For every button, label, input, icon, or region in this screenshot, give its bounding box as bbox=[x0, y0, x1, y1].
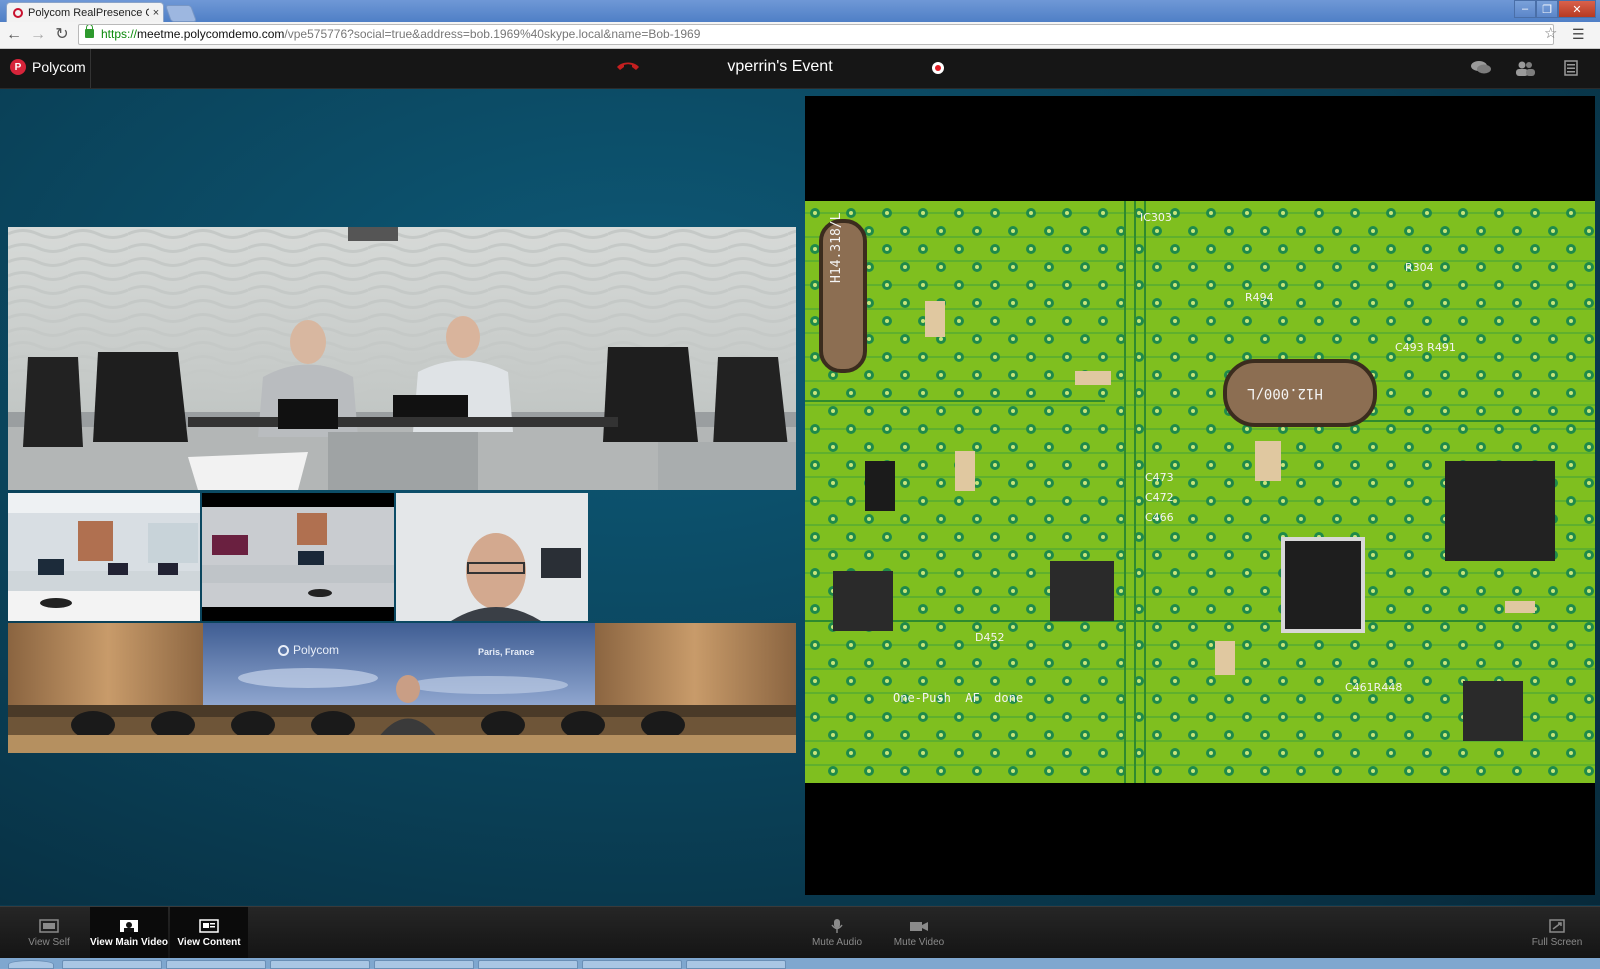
main-video-tile[interactable] bbox=[8, 227, 796, 490]
call-controls-bar: View Self View Main Video View Content M… bbox=[0, 906, 1600, 959]
view-content-icon bbox=[199, 919, 219, 933]
taskbar-item-5[interactable] bbox=[478, 960, 578, 969]
header-divider bbox=[90, 49, 91, 88]
lock-icon bbox=[85, 25, 94, 38]
view-main-video-icon bbox=[120, 920, 138, 932]
back-arrow-icon[interactable]: ← bbox=[4, 25, 24, 45]
full-screen-icon bbox=[1549, 919, 1565, 933]
taskbar-item-3[interactable] bbox=[270, 960, 370, 969]
polycom-logo: P Polycom bbox=[10, 59, 86, 75]
taskbar-item-2[interactable] bbox=[166, 960, 266, 969]
banner-logo: Polycom bbox=[278, 643, 339, 657]
content-share-panel[interactable]: IC303 R304 C493 R491 R494 C473 C472 C466 D452… bbox=[805, 96, 1595, 895]
taskbar-item-6[interactable] bbox=[582, 960, 682, 969]
video-tile-room-2[interactable] bbox=[202, 493, 394, 621]
minimize-window-button[interactable]: – bbox=[1514, 0, 1536, 18]
logo-text: Polycom bbox=[32, 59, 86, 75]
forward-arrow-icon[interactable]: → bbox=[28, 25, 48, 45]
view-main-video-label: View Main Video bbox=[90, 937, 168, 948]
mute-video-label: Mute Video bbox=[893, 937, 945, 948]
tab-close-icon[interactable]: × bbox=[149, 7, 163, 19]
app-header: P Polycom vperrin's Event bbox=[0, 49, 1600, 89]
video-tile-paris-room[interactable]: Polycom Paris, France bbox=[8, 623, 796, 753]
crystal-label-2: H12.000/L bbox=[1247, 385, 1323, 401]
video-camera-icon bbox=[910, 922, 928, 931]
svg-text:C461R448: C461R448 bbox=[1345, 681, 1402, 694]
svg-text:R304: R304 bbox=[1405, 261, 1434, 274]
view-content-label: View Content bbox=[177, 937, 241, 948]
full-screen-label: Full Screen bbox=[1531, 937, 1583, 948]
svg-text:C473: C473 bbox=[1145, 471, 1174, 484]
browser-tab-strip: Polycom RealPresence Cl × – ❐ ✕ bbox=[0, 0, 1600, 22]
camera-overlay-text: One-Push AF done bbox=[893, 691, 1024, 705]
content-share-image: IC303 R304 C493 R491 R494 C473 C472 C466 D452… bbox=[805, 201, 1595, 783]
view-self-icon bbox=[39, 919, 59, 933]
reload-icon[interactable]: ↻ bbox=[52, 25, 72, 45]
browser-menu-icon[interactable]: ☰ bbox=[1572, 26, 1585, 43]
full-screen-button[interactable]: Full Screen bbox=[1526, 907, 1588, 959]
video-tile-participant[interactable] bbox=[396, 493, 588, 621]
hang-up-icon[interactable] bbox=[616, 60, 640, 72]
restore-window-button[interactable]: ❐ bbox=[1536, 0, 1558, 18]
recording-indicator-icon bbox=[932, 62, 944, 74]
taskbar-item-4[interactable] bbox=[374, 960, 474, 969]
view-content-button[interactable]: View Content bbox=[170, 907, 248, 959]
banner-logo-text: Polycom bbox=[293, 643, 340, 657]
video-tile-room-1[interactable] bbox=[8, 493, 200, 621]
close-window-button[interactable]: ✕ bbox=[1558, 0, 1596, 18]
chat-icon[interactable] bbox=[1470, 60, 1492, 78]
crystal-label-1: H14.318/L bbox=[829, 212, 844, 283]
microphone-icon bbox=[831, 919, 843, 933]
video-stage: Polycom Paris, France IC303 R304 C493 R4… bbox=[0, 89, 1600, 905]
participants-icon[interactable] bbox=[1514, 60, 1536, 78]
url-path: /vpe575776?social=true&address=bob.1969%… bbox=[284, 27, 701, 41]
mute-audio-label: Mute Audio bbox=[811, 937, 863, 948]
svg-text:C493 R491: C493 R491 bbox=[1395, 341, 1456, 354]
mute-audio-button[interactable]: Mute Audio bbox=[806, 907, 868, 959]
mute-video-button[interactable]: Mute Video bbox=[888, 907, 950, 959]
taskbar-item-7[interactable] bbox=[686, 960, 786, 969]
svg-text:C472: C472 bbox=[1145, 491, 1174, 504]
svg-text:C466: C466 bbox=[1145, 511, 1174, 524]
new-tab-button[interactable] bbox=[164, 5, 198, 22]
svg-text:IC303: IC303 bbox=[1140, 211, 1172, 224]
polycom-logo-icon: P bbox=[10, 59, 26, 75]
banner-polycom-icon bbox=[278, 644, 289, 656]
view-self-label: View Self bbox=[28, 937, 70, 948]
view-main-video-button[interactable]: View Main Video bbox=[90, 907, 168, 959]
browser-tab-title: Polycom RealPresence Cl bbox=[28, 6, 149, 19]
browser-toolbar: ← → ↻ https://meetme.polycomdemo.com/vpe… bbox=[0, 22, 1600, 49]
svg-text:D452: D452 bbox=[975, 631, 1004, 644]
polycom-favicon-icon bbox=[13, 7, 23, 18]
event-title: vperrin's Event bbox=[727, 58, 833, 75]
url-scheme: https:// bbox=[101, 27, 138, 41]
address-bar[interactable]: https://meetme.polycomdemo.com/vpe575776… bbox=[78, 24, 1554, 45]
start-button[interactable] bbox=[8, 960, 54, 969]
taskbar-item-1[interactable] bbox=[62, 960, 162, 969]
os-taskbar bbox=[0, 958, 1600, 969]
url-host: meetme.polycomdemo.com bbox=[137, 27, 285, 41]
banner-location: Paris, France bbox=[478, 647, 535, 657]
bookmark-star-icon[interactable]: ☆ bbox=[1544, 24, 1557, 42]
view-self-button[interactable]: View Self bbox=[16, 907, 82, 959]
browser-tab[interactable]: Polycom RealPresence Cl × bbox=[6, 2, 164, 22]
menu-list-icon[interactable] bbox=[1560, 60, 1582, 78]
svg-text:R494: R494 bbox=[1245, 291, 1274, 304]
